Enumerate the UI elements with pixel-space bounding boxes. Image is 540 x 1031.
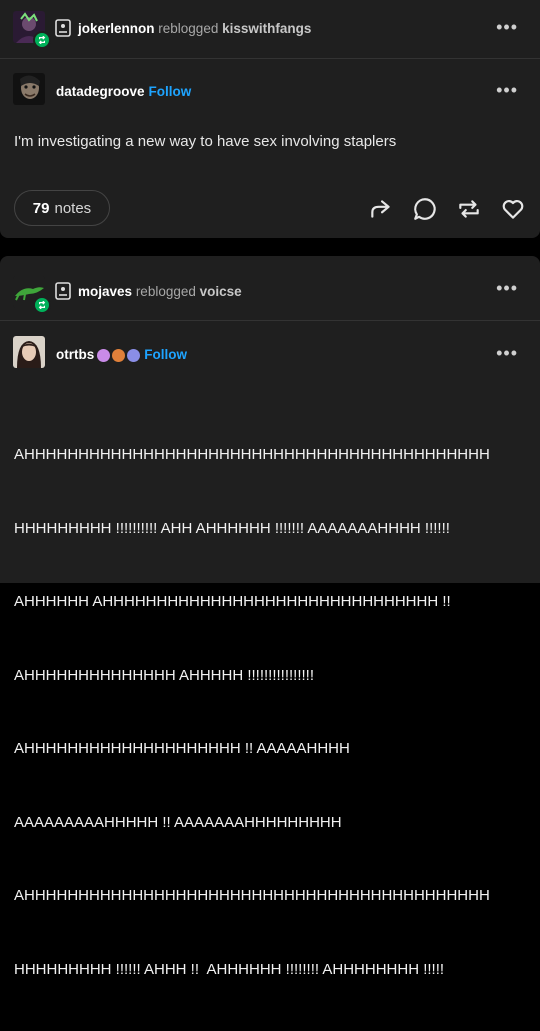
avatar-mojaves[interactable]: [13, 276, 51, 314]
avatar-otrtbs[interactable]: [13, 336, 45, 368]
share-arrow-icon[interactable]: [368, 196, 394, 222]
notes-button[interactable]: 79 notes: [14, 190, 110, 226]
avatar-datadegroove[interactable]: [13, 73, 45, 105]
post-body: AHHHHHHHHHHHHHHHHHHHHHHHHHHHHHHHHHHHHHHH…: [14, 394, 528, 1031]
post-card: jokerlennon reblogged kisswithfangs ••• …: [0, 0, 540, 238]
reblog-header: jokerlennon reblogged kisswithfangs •••: [0, 0, 540, 59]
follow-button[interactable]: Follow: [144, 347, 187, 362]
reblogger-name[interactable]: mojaves: [78, 284, 132, 299]
author-line: otrtbs Follow: [56, 347, 187, 362]
reblogged-word: reblogged: [135, 284, 196, 299]
post-body-line: HHHHHHHHH !!!!!! AHHH !! AHHHHHH !!!!!!!…: [14, 960, 445, 978]
notes-label: notes: [54, 199, 92, 217]
avatar: [13, 73, 45, 105]
post-body-line: AHHHHHHHHHHHHHH AHHHHH !!!!!!!!!!!!!!!!: [14, 666, 315, 684]
speech-bubble-icon[interactable]: [412, 196, 438, 222]
user-badges: [97, 348, 141, 362]
author-row: otrtbs Follow •••: [0, 333, 540, 373]
more-options-icon[interactable]: •••: [496, 81, 518, 99]
reblogger-name[interactable]: jokerlennon: [78, 21, 155, 36]
reblog-trail-icon: [55, 19, 71, 42]
reblog-line: jokerlennon reblogged kisswithfangs: [78, 21, 311, 36]
post-body: I'm investigating a new way to have sex …: [14, 133, 397, 150]
more-options-icon[interactable]: •••: [496, 344, 518, 362]
post-card: mojaves reblogged voicse ••• otrtbs Follo…: [0, 256, 540, 978]
heart-icon[interactable]: [500, 196, 526, 222]
post-body-line: AHHHHHHHHHHHHHHHHHHHHHHHHHHHHHHHHHHHHHHH…: [14, 446, 490, 463]
avatar-jokerlennon[interactable]: [13, 11, 51, 49]
author-line: datadegroove Follow: [56, 84, 191, 99]
post-body-line: AHHHHHH AHHHHHHHHHHHHHHHHHHHHHHHHHHHHHHH…: [14, 593, 451, 610]
follow-button[interactable]: Follow: [149, 84, 192, 99]
reblog-badge-icon: [33, 31, 51, 49]
avatar: [13, 336, 45, 368]
author-row: datadegroove Follow •••: [0, 71, 540, 111]
post-actions: [368, 196, 526, 222]
badge-icon: [112, 348, 126, 362]
source-blog-name[interactable]: kisswithfangs: [222, 21, 311, 36]
reblog-line: mojaves reblogged voicse: [78, 284, 242, 299]
more-options-icon[interactable]: •••: [496, 18, 518, 36]
notes-count: 79: [32, 199, 50, 217]
author-name[interactable]: otrtbs: [56, 347, 94, 362]
more-options-icon[interactable]: •••: [496, 279, 518, 297]
reblog-header: mojaves reblogged voicse •••: [0, 256, 540, 321]
badge-icon: [127, 348, 141, 362]
post-body-line: AAAAAAAAAHHHHH !! AAAAAAAHHHHHHHHH: [14, 813, 342, 831]
author-name[interactable]: datadegroove: [56, 84, 145, 99]
post-body-line: AHHHHHHHHHHHHHHHHHHHH !! AAAAAHHHH: [14, 740, 350, 757]
post-body-line: AHHHHHHHHHHHHHHHHHHHHHHHHHHHHHHHHHHHHHHH…: [14, 887, 490, 904]
reblog-badge-icon: [33, 296, 51, 314]
post-body-line: HHHHHHHHH !!!!!!!!!! AHH AHHHHHH !!!!!!!…: [14, 519, 450, 537]
badge-icon: [97, 348, 111, 362]
reblog-trail-icon: [55, 282, 71, 305]
reblog-icon[interactable]: [456, 196, 482, 222]
source-blog-name[interactable]: voicse: [200, 284, 242, 299]
reblogged-word: reblogged: [158, 21, 219, 36]
